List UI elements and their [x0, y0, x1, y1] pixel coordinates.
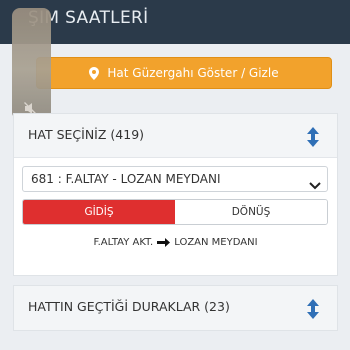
line-selection-card: HAT SEÇİNİZ (419) 681 : F.ALTAY - LOZAN … [13, 113, 338, 276]
tab-donus[interactable]: DÖNÜŞ [175, 200, 327, 224]
route-toggle-label: Hat Güzergahı Göster / Gizle [107, 66, 279, 80]
line-selection-header[interactable]: HAT SEÇİNİZ (419) [14, 114, 337, 158]
stops-card: HATTIN GEÇTİĞİ DURAKLAR (23) [13, 285, 338, 331]
chevron-down-icon [309, 175, 321, 194]
line-selection-title: HAT SEÇİNİZ (419) [28, 127, 145, 142]
direction-tabs: GİDİŞ DÖNÜŞ [22, 199, 328, 225]
expand-collapse-icon[interactable] [307, 299, 319, 323]
arrow-right-icon [157, 238, 171, 247]
direction-from: F.ALTAY AKT. [93, 237, 154, 248]
map-pin-icon [89, 66, 100, 80]
volume-overlay[interactable] [12, 8, 51, 120]
route-toggle-button[interactable]: Hat Güzergahı Göster / Gizle [36, 57, 332, 89]
app-header: ŞIM SAATLERİ [0, 0, 350, 44]
line-select-dropdown[interactable]: 681 : F.ALTAY - LOZAN MEYDANI [22, 166, 328, 192]
direction-label: F.ALTAY AKT. LOZAN MEYDANI [14, 237, 337, 248]
direction-to: LOZAN MEYDANI [174, 237, 258, 248]
expand-collapse-icon[interactable] [307, 127, 319, 151]
stops-title: HATTIN GEÇTİĞİ DURAKLAR (23) [28, 299, 230, 314]
tab-gidis[interactable]: GİDİŞ [23, 200, 175, 224]
stops-header[interactable]: HATTIN GEÇTİĞİ DURAKLAR (23) [14, 286, 337, 330]
selected-line-value: 681 : F.ALTAY - LOZAN MEYDANI [31, 172, 221, 186]
